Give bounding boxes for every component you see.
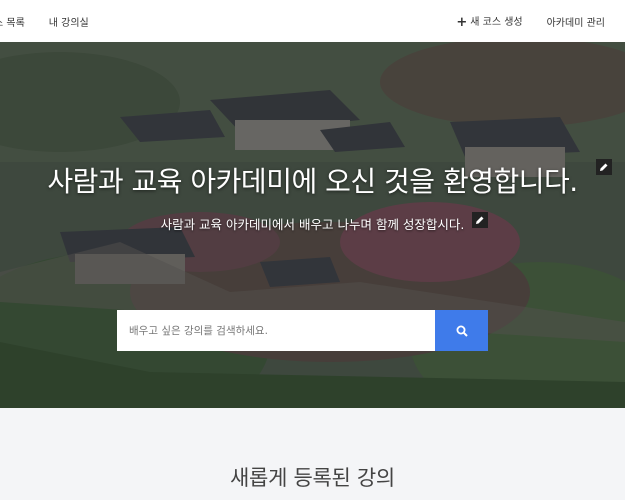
- nav-left-group: 스 목록 내 강의실: [0, 0, 113, 42]
- top-navigation-bar: 스 목록 내 강의실 +새 코스 생성 아카데미 관리: [0, 0, 625, 43]
- hero-subtitle: 사람과 교육 아카데미에서 배우고 나누며 함께 성장합시다.: [160, 217, 465, 232]
- search-button[interactable]: [435, 310, 488, 351]
- new-course-label: 새 코스 생성: [470, 16, 523, 28]
- hero-title: 사람과 교육 아카데미에 오신 것을 환영합니다.: [47, 165, 578, 198]
- plus-icon: +: [456, 14, 468, 30]
- nav-right-group: + 새 코스 생성 아카데미 관리: [432, 0, 605, 42]
- search-icon: [456, 325, 468, 337]
- course-search-input[interactable]: [117, 310, 435, 351]
- edit-title-pencil-icon[interactable]: [596, 159, 612, 175]
- hero-banner: 사람과 교육 아카데미에 오신 것을 환영합니다. 사람과 교육 아카데미에서 …: [0, 42, 625, 408]
- edit-subtitle-pencil-icon[interactable]: [472, 212, 488, 228]
- new-courses-section-title: 새롭게 등록된 강의: [230, 466, 395, 490]
- academy-admin-link[interactable]: 아카데미 관리: [547, 14, 605, 29]
- nav-course-list-link[interactable]: 스 목록: [0, 14, 25, 29]
- new-course-button[interactable]: + 새 코스 생성: [456, 13, 522, 30]
- nav-my-classroom-link[interactable]: 내 강의실: [49, 14, 89, 29]
